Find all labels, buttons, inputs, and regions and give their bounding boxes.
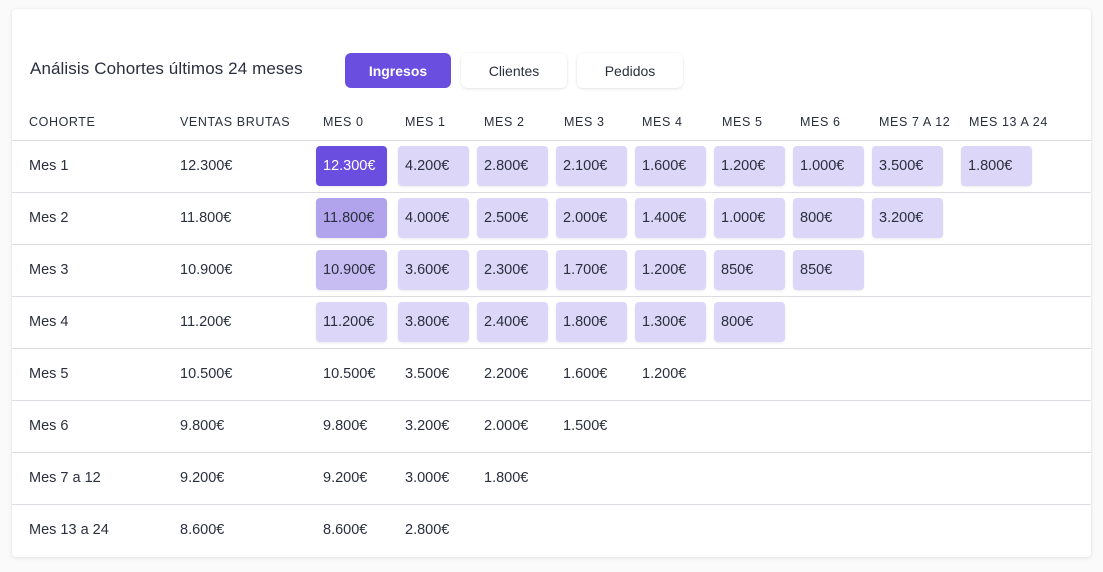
table-row: Mes 1 12.300€ 12.300€ 4.200€ 2.800€ 2.100€ 1.6… [12,140,1091,192]
tab-ingresos[interactable]: Ingresos [345,53,451,88]
gross-sales-value: 12.300€ [180,158,233,174]
row-divider [12,348,1091,349]
row-divider [12,400,1091,401]
cohort-cell: 850€ [714,250,785,290]
cohort-cell: 1.800€ [556,302,627,342]
table-row: Mes 6 9.800€ 9.800€ 3.200€ 2.000€ 1.500€ [12,400,1091,452]
cohort-cell: 10.500€ [323,366,376,382]
table-row: Mes 5 10.500€ 10.500€ 3.500€ 2.200€ 1.600€ 1.2… [12,348,1091,400]
cohort-cell: 2.200€ [484,366,529,382]
cohort-label: Mes 1 [29,158,69,174]
cohort-cell: 2.800€ [477,146,548,186]
gross-sales-value: 9.800€ [180,418,225,434]
row-divider [12,452,1091,453]
header-cohort: COHORTE [29,115,96,129]
cohort-cell: 9.200€ [323,470,368,486]
cohort-cell: 9.800€ [323,418,368,434]
cohort-label: Mes 2 [29,210,69,226]
gross-sales-value: 10.900€ [180,262,233,278]
gross-sales-value: 10.500€ [180,366,233,382]
cohort-cell: 8.600€ [323,522,368,538]
header-month-2: MES 2 [484,115,525,129]
gross-sales-value: 8.600€ [180,522,225,538]
cohort-cell: 3.200€ [872,198,943,238]
header-month-0: MES 0 [323,115,364,129]
page-title: Análisis Cohortes últimos 24 meses [30,59,303,78]
header-month-1: MES 1 [405,115,446,129]
table-row: Mes 13 a 24 8.600€ 8.600€ 2.800€ [12,504,1091,556]
cohort-cell: 1.000€ [714,198,785,238]
header-month-4: MES 4 [642,115,683,129]
cohort-cell: 2.000€ [556,198,627,238]
cohort-cell: 1.600€ [635,146,706,186]
row-divider [12,140,1091,141]
header-sales: VENTAS BRUTAS [180,115,291,129]
cohort-cell: 2.500€ [477,198,548,238]
table-row: Mes 4 11.200€ 11.200€ 3.800€ 2.400€ 1.800€ 1.3… [12,296,1091,348]
cohort-cell: 12.300€ [316,146,387,186]
gross-sales-value: 11.200€ [180,314,232,330]
cohort-cell: 1.800€ [961,146,1032,186]
row-divider [12,244,1091,245]
cohort-cell: 3.800€ [398,302,469,342]
table-row: Mes 3 10.900€ 10.900€ 3.600€ 2.300€ 1.700€ 1.2… [12,244,1091,296]
cohort-cell: 2.000€ [484,418,529,434]
cohort-cell: 1.700€ [556,250,627,290]
cohort-cell: 850€ [793,250,864,290]
cohort-cell: 1.300€ [635,302,706,342]
cohort-cell: 4.000€ [398,198,469,238]
cohort-cell: 11.800€ [316,198,387,238]
header-month-3: MES 3 [564,115,605,129]
row-divider [12,504,1091,505]
cohort-label: Mes 6 [29,418,69,434]
cohort-cell: 2.800€ [405,522,450,538]
cohort-cell: 1.000€ [793,146,864,186]
header-month-5: MES 5 [722,115,763,129]
row-divider [12,192,1091,193]
cohort-cell: 1.200€ [635,250,706,290]
row-divider [12,296,1091,297]
cohort-cell: 3.600€ [398,250,469,290]
header-month-7: MES 7 A 12 [879,115,951,129]
cohort-label: Mes 5 [29,366,69,382]
cohort-label: Mes 4 [29,314,69,330]
cohort-cell: 1.600€ [563,366,608,382]
cohort-cell: 11.200€ [316,302,387,342]
cohort-cell: 1.200€ [642,366,687,382]
tab-pedidos[interactable]: Pedidos [577,53,683,88]
cohort-label: Mes 7 a 12 [29,470,101,486]
table-row: Mes 2 11.800€ 11.800€ 4.000€ 2.500€ 2.000€ 1.4… [12,192,1091,244]
cohort-cell: 10.900€ [316,250,387,290]
cohort-cell: 1.400€ [635,198,706,238]
cohort-cell: 3.200€ [405,418,450,434]
cohort-cell: 1.500€ [563,418,608,434]
tab-clientes[interactable]: Clientes [461,53,567,88]
table-row: Mes 7 a 12 9.200€ 9.200€ 3.000€ 1.800€ [12,452,1091,504]
cohort-cell: 1.800€ [484,470,529,486]
cohort-cell: 3.500€ [872,146,943,186]
cohort-cell: 1.200€ [714,146,785,186]
cohort-cell: 3.500€ [405,366,450,382]
cohort-cell: 3.000€ [405,470,450,486]
header-month-8: MES 13 A 24 [969,115,1048,129]
gross-sales-value: 11.800€ [180,210,232,226]
cohort-analysis-card: Análisis Cohortes últimos 24 meses Ingre… [12,9,1091,557]
gross-sales-value: 9.200€ [180,470,225,486]
cohort-label: Mes 13 a 24 [29,522,109,538]
cohort-label: Mes 3 [29,262,69,278]
cohort-cell: 800€ [714,302,785,342]
header-month-6: MES 6 [800,115,841,129]
cohort-cell: 2.100€ [556,146,627,186]
cohort-cell: 2.400€ [477,302,548,342]
cohort-cell: 800€ [793,198,864,238]
cohort-cell: 2.300€ [477,250,548,290]
cohort-cell: 4.200€ [398,146,469,186]
